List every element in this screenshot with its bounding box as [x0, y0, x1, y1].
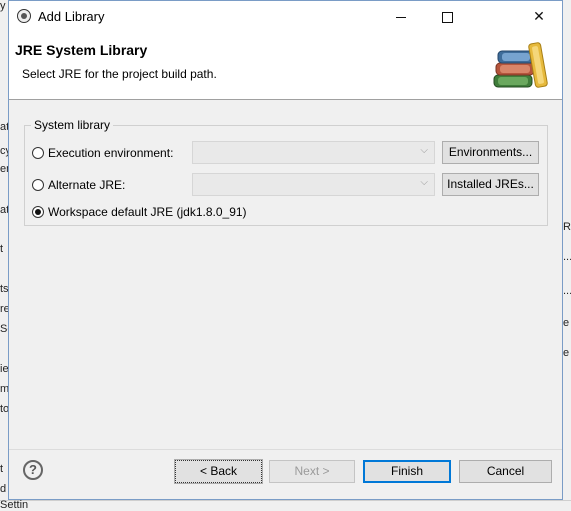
eclipse-app-icon: [17, 9, 31, 23]
chevron-down-icon: ⌵: [420, 177, 428, 188]
next-button[interactable]: Next >: [269, 460, 355, 483]
finish-button[interactable]: Finish: [363, 460, 451, 483]
radio-execution-environment[interactable]: Execution environment:: [32, 144, 173, 162]
bg-text: Settin: [0, 499, 29, 511]
wizard-header: JRE System Library Select JRE for the pr…: [9, 32, 562, 100]
radio-alternate-jre[interactable]: Alternate JRE:: [32, 176, 125, 194]
bg-text: t: [0, 243, 4, 255]
background-window-right: R ... ... e e: [563, 0, 571, 508]
maximize-button[interactable]: [424, 1, 470, 32]
add-library-dialog: Add Library ✕ JRE System Library Select …: [8, 0, 563, 500]
close-button[interactable]: ✕: [516, 1, 562, 32]
bg-text: d: [0, 483, 7, 495]
maximize-icon: [441, 11, 453, 23]
page-description: Select JRE for the project build path.: [22, 67, 217, 81]
radio-label: Alternate JRE:: [48, 178, 126, 192]
installed-jres-button[interactable]: Installed JREs...: [442, 173, 539, 196]
bg-text: ...: [563, 285, 571, 297]
group-label: System library: [31, 118, 114, 132]
help-icon[interactable]: ?: [23, 460, 43, 480]
bg-text: e: [563, 347, 570, 359]
radio-label: Workspace default JRE (jdk1.8.0_91): [48, 205, 247, 219]
library-books-icon: [493, 42, 548, 88]
bg-text: ...: [563, 251, 571, 263]
title-bar[interactable]: Add Library ✕: [9, 1, 562, 32]
chevron-down-icon: ⌵: [420, 145, 428, 156]
cancel-button[interactable]: Cancel: [459, 460, 552, 483]
radio-button[interactable]: [32, 179, 44, 191]
radio-label: Execution environment:: [48, 146, 174, 160]
radio-workspace-default-jre[interactable]: Workspace default JRE (jdk1.8.0_91): [32, 203, 247, 221]
bg-text: e: [563, 317, 570, 329]
bg-text: t: [0, 463, 4, 475]
window-title: Add Library: [38, 9, 105, 24]
execution-environment-combo[interactable]: ⌵: [192, 141, 435, 164]
alternate-jre-combo[interactable]: ⌵: [192, 173, 435, 196]
bg-text: R: [563, 221, 571, 233]
back-button[interactable]: < Back: [174, 459, 263, 484]
radio-button[interactable]: [32, 147, 44, 159]
close-icon: ✕: [533, 8, 545, 24]
bg-text: y: [0, 0, 6, 12]
page-title: JRE System Library: [15, 42, 148, 58]
footer-divider: [9, 449, 562, 450]
radio-button-selected[interactable]: [32, 206, 44, 218]
background-window-left: y at cy er at t ts re Se ie m to t d: [0, 0, 13, 508]
minimize-button[interactable]: [378, 1, 424, 32]
minimize-icon: [396, 16, 406, 18]
environments-button[interactable]: Environments...: [442, 141, 539, 164]
